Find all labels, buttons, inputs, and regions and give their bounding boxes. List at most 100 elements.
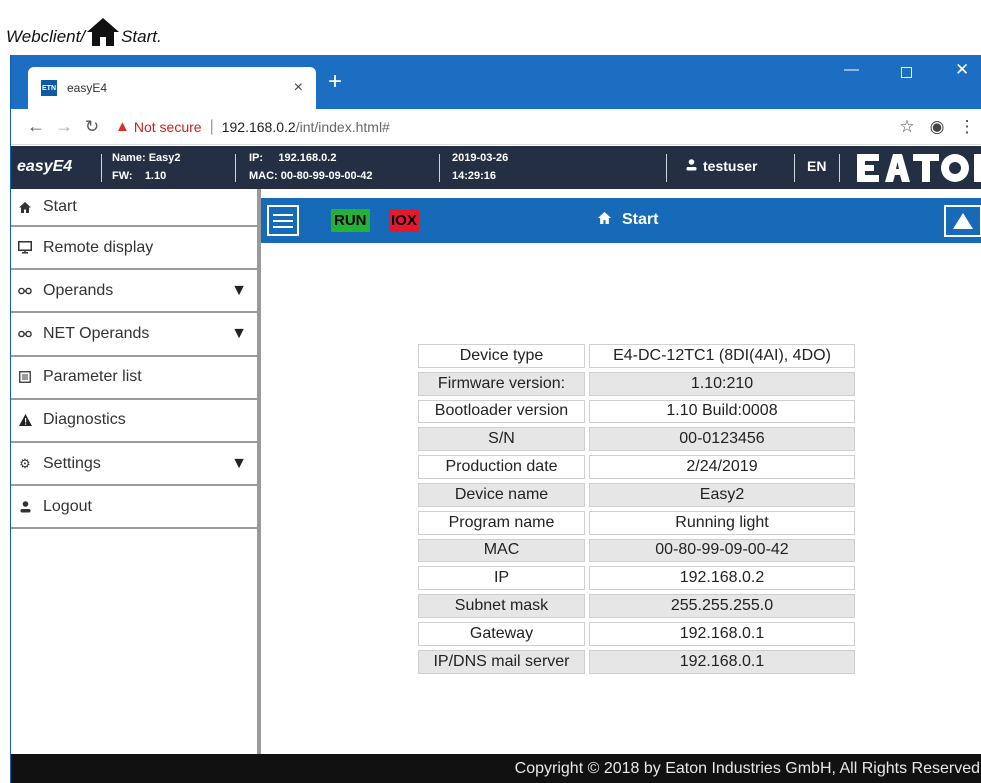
glasses-icon: [18, 287, 32, 295]
time-value: 14:29:16: [452, 170, 497, 182]
scroll-up-button[interactable]: [944, 205, 981, 237]
table-row: Device name Easy2: [418, 482, 855, 507]
sidebar-item-diagnostics[interactable]: Diagnostics: [11, 400, 257, 443]
breadcrumb-label: Start: [622, 211, 659, 228]
ip-value: 192.168.0.2: [278, 152, 337, 164]
info-label: Device name: [418, 482, 585, 507]
sidebar-item-remote-display[interactable]: Remote display: [11, 227, 257, 271]
header-divider: [235, 154, 236, 182]
fw-label: FW:: [112, 170, 133, 182]
info-value: 192.168.0.2: [589, 566, 855, 591]
sidebar-item-label: Remote display: [43, 238, 154, 256]
sidebar-item-start[interactable]: Start: [11, 189, 257, 227]
not-secure-label[interactable]: Not secure: [134, 119, 202, 135]
info-label: Bootloader version: [418, 399, 585, 424]
new-tab-button[interactable]: +: [328, 70, 342, 94]
url-field[interactable]: 192.168.0.2/int/index.html#: [222, 119, 390, 135]
eaton-logo-graphic: [849, 151, 981, 185]
forward-arrow-icon[interactable]: →: [53, 116, 75, 137]
bookmark-star-icon[interactable]: ☆: [892, 117, 922, 137]
header-divider: [794, 154, 795, 182]
info-label: Subnet mask: [418, 594, 585, 618]
ip-label: IP:: [249, 152, 264, 164]
up-triangle-icon: [953, 213, 973, 229]
info-label: Gateway: [418, 621, 585, 646]
browser-window: ETN easyE4 × + — ✕ ← → ↻ ▲ Not secure | …: [10, 55, 981, 783]
info-label: Production date: [418, 455, 585, 479]
info-label: Device type: [418, 344, 585, 368]
sidebar: Start Remote display Operands ▼ NET Oper…: [11, 189, 261, 754]
chevron-down-icon[interactable]: ▼: [231, 282, 247, 300]
menu-dots-icon[interactable]: ⋮: [952, 117, 981, 137]
url-host: 192.168.0.2: [221, 118, 296, 135]
eaton-logo: [849, 151, 981, 185]
caption-prefix: Webclient/: [6, 27, 86, 46]
browser-tab[interactable]: ETN easyE4 ×: [28, 67, 316, 109]
info-value: 192.168.0.1: [589, 621, 855, 646]
date-time: 2019-03-26 14:29:16: [452, 149, 508, 185]
header-divider: [101, 154, 102, 182]
minimize-button[interactable]: —: [844, 61, 859, 78]
sidebar-item-settings[interactable]: ⚙ Settings ▼: [11, 443, 257, 487]
info-label: S/N: [418, 427, 585, 452]
table-row: Subnet mask 255.255.255.0: [418, 594, 855, 618]
window-close-button[interactable]: ✕: [955, 60, 969, 80]
back-arrow-icon[interactable]: ←: [25, 116, 47, 137]
document-caption: Webclient/ Start.: [6, 17, 162, 47]
maximize-button[interactable]: [901, 67, 912, 78]
fw-value: 1.10: [144, 170, 167, 182]
sidebar-item-label: Diagnostics: [43, 411, 126, 429]
info-label: IP: [418, 566, 585, 591]
mac-value: 00-80-99-09-00-42: [280, 170, 373, 182]
home-icon: [18, 201, 32, 213]
home-icon: [598, 211, 611, 229]
warning-icon: [18, 414, 32, 427]
header-divider: [439, 154, 440, 182]
user-menu[interactable]: testuser: [686, 158, 757, 174]
table-row: Firmware version: 1.10:210: [418, 371, 855, 396]
sidebar-item-label: NET Operands: [43, 324, 150, 342]
info-label: MAC: [418, 538, 585, 563]
sidebar-item-label: Logout: [43, 497, 92, 515]
tab-title: easyE4: [67, 81, 108, 95]
sidebar-item-operands[interactable]: Operands ▼: [11, 270, 257, 314]
profile-icon[interactable]: ◉: [922, 117, 952, 137]
reload-icon[interactable]: ↻: [81, 117, 103, 137]
table-row: Device type E4-DC-12TC1 (8DI(4AI), 4DO): [418, 344, 855, 368]
sidebar-item-net-operands[interactable]: NET Operands ▼: [11, 313, 257, 357]
chevron-down-icon[interactable]: ▼: [231, 325, 247, 343]
name-value: Easy2: [148, 152, 181, 164]
info-value: 255.255.255.0: [589, 594, 855, 618]
table-row: S/N 00-0123456: [418, 427, 855, 452]
device-info-table: Device type E4-DC-12TC1 (8DI(4AI), 4DO) Fi…: [414, 340, 859, 678]
table-row: IP/DNS mail server 192.168.0.1: [418, 649, 855, 674]
language-selector[interactable]: EN: [807, 158, 826, 174]
header-divider: [839, 154, 840, 182]
warning-triangle-icon[interactable]: ▲: [115, 118, 130, 135]
sidebar-item-label: Parameter list: [43, 368, 142, 386]
home-icon: [87, 18, 120, 46]
sidebar-item-logout[interactable]: Logout: [11, 486, 257, 530]
info-value: 00-80-99-09-00-42: [589, 538, 855, 563]
close-tab-icon[interactable]: ×: [294, 79, 303, 97]
copyright-footer: Copyright © 2018 by Eaton Industries Gmb…: [11, 754, 981, 783]
hamburger-menu-button[interactable]: [267, 205, 299, 236]
list-icon: [18, 371, 32, 384]
table-row: Production date 2/24/2019: [418, 455, 855, 479]
sidebar-item-label: Settings: [43, 454, 101, 472]
main-content: RUN IOX Start Device type E4-DC-12TC1 (8D…: [261, 189, 981, 754]
sidebar-item-label: Operands: [43, 281, 114, 299]
chevron-down-icon[interactable]: ▼: [231, 455, 247, 473]
gear-icon: ⚙: [19, 455, 31, 471]
app-header: easyE4 Name: Easy2 FW: 1.10 IP: 192.168.…: [11, 146, 981, 189]
info-value: Easy2: [589, 482, 855, 507]
info-label: Firmware version:: [418, 371, 585, 396]
eaton-favicon-icon: ETN: [41, 80, 57, 96]
name-label: Name:: [112, 152, 146, 164]
sidebar-item-parameter-list[interactable]: Parameter list: [11, 357, 257, 400]
monitor-icon: [18, 241, 32, 254]
info-value: 1.10:210: [589, 371, 855, 396]
header-divider: [666, 154, 667, 182]
table-row: IP 192.168.0.2: [418, 566, 855, 591]
date-value: 2019-03-26: [452, 152, 509, 164]
